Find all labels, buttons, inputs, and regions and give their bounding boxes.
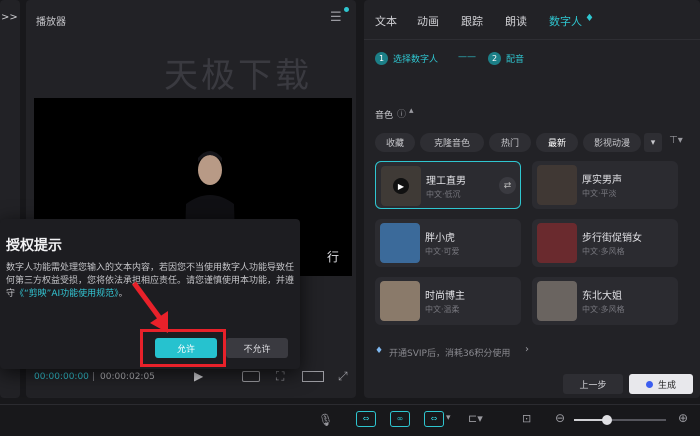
avatar <box>380 281 420 321</box>
voice-desc: 中文·多风格 <box>582 247 625 256</box>
voice-card[interactable]: 厚实男声 中文·平淡 <box>532 161 678 209</box>
generate-icon <box>645 380 653 388</box>
svip-text[interactable]: 开通SVIP后，消耗36积分使用 <box>389 346 510 359</box>
voice-name: 东北大姐 <box>582 291 622 302</box>
zoom-slider-handle[interactable] <box>602 415 612 425</box>
collapse-icon[interactable]: ▴ <box>409 106 414 116</box>
chip-cloned-voice[interactable]: 克隆音色 <box>420 133 484 152</box>
fullscreen-icon[interactable]: ⤢ <box>338 369 348 384</box>
chip-more-dropdown[interactable]: ▾ <box>644 133 662 152</box>
avatar <box>537 165 577 205</box>
voice-desc: 中文·低沉 <box>426 190 461 199</box>
svip-icon: ♦ <box>375 346 384 356</box>
magnet-icon[interactable]: ∞ <box>390 411 410 427</box>
watermark: 天极下载 <box>164 56 312 96</box>
link-clip-icon[interactable]: ⇔ <box>356 411 376 427</box>
info-icon[interactable]: ⓘ <box>397 107 406 120</box>
step-1-label: 选择数字人 <box>393 55 439 65</box>
voice-name: 胖小虎 <box>425 233 455 244</box>
tab-digital-human[interactable]: 数字人 <box>549 13 582 29</box>
voice-desc: 中文·多风格 <box>582 305 625 314</box>
chip-film-anime[interactable]: 影视动漫 <box>583 133 641 152</box>
voice-name: 时尚博主 <box>425 291 465 302</box>
voice-desc: 中文·平淡 <box>582 189 617 198</box>
voice-card[interactable]: 步行街促销女 中文·多风格 <box>532 219 678 267</box>
settings-icon[interactable]: ⇄ <box>499 177 516 194</box>
avatar <box>537 223 577 263</box>
red-arrow-icon <box>131 281 168 333</box>
tab-bar: 文本 动画 跟踪 朗读 数字人 ♦ <box>364 0 700 40</box>
avatar <box>537 281 577 321</box>
chip-favorites[interactable]: 收藏 <box>375 133 415 152</box>
preview-axis-icon[interactable]: ⊏▾ <box>468 412 483 425</box>
prev-step-button[interactable]: 上一步 <box>563 374 623 394</box>
voice-desc: 中文·温柔 <box>425 305 460 314</box>
tab-animation[interactable]: 动画 <box>417 13 439 29</box>
expand-icon[interactable]: >> <box>1 12 18 23</box>
step-2-label: 配音 <box>506 55 525 65</box>
notification-dot <box>344 7 349 12</box>
time-current: 00:00:00:00 <box>34 372 89 382</box>
voice-name: 厚实男声 <box>582 175 622 186</box>
voice-card[interactable]: 胖小虎 中文·可爱 <box>375 219 521 267</box>
deny-button[interactable]: 不允许 <box>226 338 288 358</box>
zoom-slider[interactable] <box>574 415 666 425</box>
play-icon[interactable]: ▶ <box>393 178 409 194</box>
ratio-icon[interactable] <box>242 371 260 382</box>
voice-card[interactable]: 时尚博主 中文·温柔 <box>375 277 521 325</box>
dialog-title: 授权提示 <box>6 238 62 254</box>
player-title: 播放器 <box>36 17 66 28</box>
chip-latest[interactable]: 最新 <box>536 133 578 152</box>
caption-text: 行 <box>327 250 340 264</box>
chip-popular[interactable]: 热门 <box>489 133 531 152</box>
timeline-toolbar: 🎙 ⇔ ∞ ⇔ ▾ ⊏▾ ⊡ ⊖ ⊕ <box>0 404 700 436</box>
fit-icon[interactable]: ⛶ <box>276 369 284 384</box>
screenshot-icon[interactable]: ⊡ <box>522 412 531 425</box>
filter-icon[interactable]: ⊤▾ <box>669 135 683 146</box>
voice-card[interactable]: 东北大姐 中文·多风格 <box>532 277 678 325</box>
diamond-icon: ♦ <box>585 13 594 24</box>
generate-button[interactable]: 生成 <box>629 374 693 394</box>
zoom-out-icon[interactable]: ⊖ <box>555 411 565 425</box>
microphone-icon[interactable]: 🎙 <box>318 413 333 427</box>
time-total: 00:00:02:05 <box>100 372 155 382</box>
digital-human-panel: 文本 动画 跟踪 朗读 数字人 ♦ 1 选择数字人 —— 2 配音 音色 ⓘ ▴ 收… <box>364 0 700 398</box>
chevron-down-icon[interactable]: ▾ <box>446 413 451 423</box>
tab-text[interactable]: 文本 <box>375 13 397 29</box>
aspect-icon[interactable] <box>302 371 324 382</box>
voice-card[interactable]: ▶ 理工直男 中文·低沉 ⇄ <box>375 161 521 209</box>
tab-tracking[interactable]: 跟踪 <box>461 13 483 29</box>
voice-name: 步行街促销女 <box>582 233 642 244</box>
voice-desc: 中文·可爱 <box>425 247 460 256</box>
play-icon[interactable]: ▶ <box>194 369 203 383</box>
usage-policy-link[interactable]: 《“剪映”AI功能使用规范》 <box>15 289 119 299</box>
avatar: ▶ <box>381 166 421 206</box>
menu-icon[interactable]: ☰ <box>330 10 342 25</box>
step-1[interactable]: 1 选择数字人 <box>375 52 438 65</box>
step-2[interactable]: 2 配音 <box>488 52 524 65</box>
split-icon[interactable]: ⇔ <box>424 411 444 427</box>
tab-read-aloud[interactable]: 朗读 <box>505 13 527 29</box>
voice-name: 理工直男 <box>426 176 466 187</box>
authorization-dialog: 授权提示 数字人功能需处理您输入的文本内容，若因您不当使用数字人功能导致任何第三… <box>0 219 300 369</box>
generate-label: 生成 <box>657 380 676 391</box>
chevron-right-icon[interactable]: › <box>525 344 529 355</box>
avatar <box>380 223 420 263</box>
voice-section-label: 音色 <box>375 111 394 121</box>
zoom-in-icon[interactable]: ⊕ <box>678 411 688 425</box>
